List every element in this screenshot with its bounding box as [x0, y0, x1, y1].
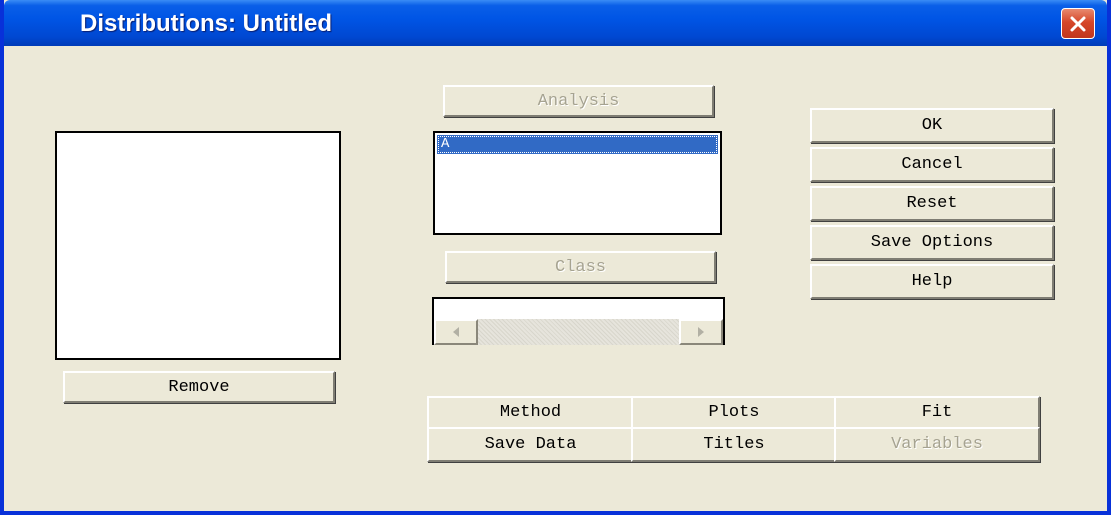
titles-button[interactable]: Titles — [631, 427, 837, 462]
scroll-left-button[interactable] — [434, 319, 478, 345]
plots-button[interactable]: Plots — [631, 396, 837, 429]
analysis-button[interactable]: Analysis — [443, 85, 714, 117]
horizontal-scrollbar[interactable] — [434, 319, 723, 345]
remove-button[interactable]: Remove — [63, 371, 335, 403]
fit-button[interactable]: Fit — [834, 396, 1040, 429]
close-icon — [1070, 16, 1086, 31]
reset-button[interactable]: Reset — [810, 186, 1054, 221]
arrow-right-icon — [698, 327, 704, 337]
arrow-left-icon — [453, 327, 459, 337]
title-bar[interactable]: Distributions: Untitled — [4, 0, 1107, 46]
variables-button[interactable]: Variables — [834, 427, 1040, 462]
list-item[interactable]: A — [437, 135, 718, 154]
close-button[interactable] — [1061, 8, 1095, 39]
save-options-button[interactable]: Save Options — [810, 225, 1054, 260]
class-button[interactable]: Class — [445, 251, 716, 283]
variables-list[interactable]: A — [433, 131, 722, 235]
scroll-right-button[interactable] — [679, 319, 723, 345]
dialog-window: Distributions: Untitled Remove Analysis … — [0, 0, 1111, 515]
cancel-button[interactable]: Cancel — [810, 147, 1054, 182]
window-title: Distributions: Untitled — [80, 10, 332, 37]
selected-variables-list[interactable] — [55, 131, 341, 360]
ok-button[interactable]: OK — [810, 108, 1054, 143]
save-data-button[interactable]: Save Data — [427, 427, 634, 462]
class-field[interactable] — [432, 297, 725, 345]
help-button[interactable]: Help — [810, 264, 1054, 299]
method-button[interactable]: Method — [427, 396, 634, 429]
